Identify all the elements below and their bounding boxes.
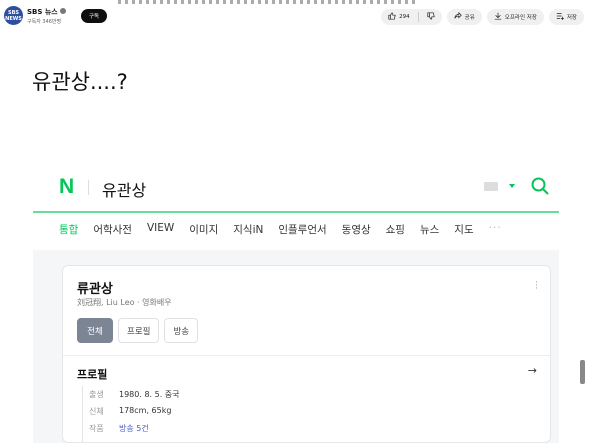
video-caption: 유관상....? [32, 70, 128, 94]
avatar-text-bottom: NEWS [5, 15, 22, 22]
verified-icon [59, 8, 66, 14]
tab-influencer[interactable]: 인플루언서 [278, 222, 326, 238]
tab-shopping[interactable]: 쇼핑 [386, 222, 405, 238]
tab-view[interactable]: VIEW [147, 222, 174, 238]
video-info-bar: SBS NEWS SBS 뉴스 구독자 346만명 구독 294 공유 오프라인… [0, 0, 590, 34]
tab-news[interactable]: 뉴스 [420, 222, 439, 238]
search-tabs: 통합 어학사전 VIEW 이미지 지식iN 인플루언서 동영상 쇼핑 뉴스 지도… [59, 222, 517, 238]
info-key: 출생 [89, 390, 104, 399]
download-button[interactable]: 오프라인 저장 [486, 9, 544, 25]
share-button[interactable]: 공유 [446, 9, 482, 25]
download-icon [494, 12, 502, 22]
download-label: 오프라인 저장 [504, 15, 537, 21]
video-actions: 294 공유 오프라인 저장 저장 [381, 9, 584, 25]
scrollbar-thumb[interactable] [580, 360, 585, 384]
tab-chip-profile[interactable]: 프로필 [118, 318, 160, 343]
tab-chip-all[interactable]: 전체 [77, 318, 113, 343]
like-divider [417, 12, 419, 22]
tab-video[interactable]: 동영상 [342, 222, 371, 238]
save-label: 저장 [566, 15, 577, 21]
subscribe-button[interactable]: 구독 [81, 9, 107, 23]
like-dislike-group: 294 [381, 9, 442, 25]
profile-tabs: 전체 프로필 방송 [77, 318, 199, 343]
tab-map[interactable]: 지도 [454, 222, 473, 238]
tab-dictionary[interactable]: 어학사전 [93, 222, 132, 238]
like-count[interactable]: 294 [399, 14, 410, 20]
info-value: 1980. 8. 5. 중국 [119, 390, 180, 399]
info-rail [82, 386, 83, 442]
search-query-input[interactable]: 유관상 [102, 177, 146, 201]
arrow-right-icon[interactable]: → [528, 364, 537, 377]
thumbs-down-icon[interactable] [427, 12, 435, 22]
thumbs-up-icon[interactable] [388, 12, 396, 22]
keyboard-icon[interactable] [484, 182, 498, 191]
tab-chip-broadcast[interactable]: 방송 [164, 318, 199, 343]
share-icon [454, 11, 462, 22]
more-options-icon[interactable]: · · · [535, 279, 538, 294]
share-label: 공유 [464, 15, 475, 21]
clipped-title-text [118, 0, 418, 4]
info-row-body: 신체 178cm, 65kg [89, 406, 171, 417]
tab-all[interactable]: 통합 [59, 222, 78, 238]
search-icon[interactable] [531, 177, 549, 195]
info-key: 신체 [89, 407, 104, 416]
works-link[interactable]: 방송 5건 [119, 423, 149, 434]
info-key: 작품 [89, 424, 104, 433]
card-divider [63, 355, 550, 356]
tab-images[interactable]: 이미지 [189, 222, 218, 238]
tab-knowledge-in[interactable]: 지식iN [233, 222, 263, 238]
person-name[interactable]: 류관상 [77, 278, 113, 297]
save-button[interactable]: 저장 [548, 9, 584, 25]
info-row-birth: 출생 1980. 8. 5. 중국 [89, 389, 180, 400]
tab-more[interactable]: ··· [489, 222, 502, 238]
profile-section-title[interactable]: 프로필 [77, 366, 107, 382]
info-row-works: 작품 방송 5건 [89, 423, 149, 434]
channel-name[interactable]: SBS 뉴스 [27, 7, 66, 17]
search-underline [33, 211, 559, 213]
header-divider [88, 180, 89, 195]
naver-logo[interactable]: N [59, 175, 74, 199]
channel-name-text: SBS 뉴스 [27, 8, 58, 16]
person-subtitle: 刘冠翔, Liu Leo · 영화배우 [77, 298, 172, 307]
info-value: 178cm, 65kg [119, 406, 172, 415]
profile-card: 류관상 刘冠翔, Liu Leo · 영화배우 · · · 전체 프로필 방송 프로… [62, 265, 551, 443]
playlist-add-icon [556, 12, 564, 22]
channel-avatar[interactable]: SBS NEWS [4, 6, 23, 25]
autocomplete-toggle-icon[interactable] [509, 184, 515, 188]
subscriber-count: 구독자 346만명 [27, 19, 62, 25]
